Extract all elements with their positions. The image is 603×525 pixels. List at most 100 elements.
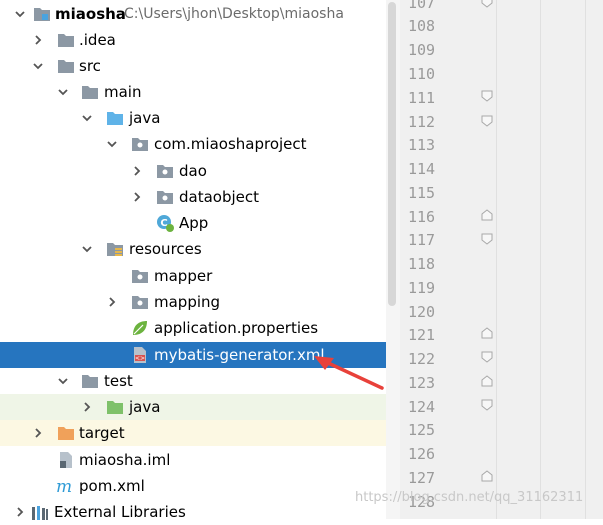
chevron-right-icon[interactable] bbox=[30, 425, 46, 441]
tree-item-miaosha-iml[interactable]: miaosha.iml bbox=[0, 447, 400, 473]
tree-item-label: App bbox=[179, 214, 209, 232]
tree-item-idea[interactable]: .idea bbox=[0, 27, 400, 53]
line-number: 120 bbox=[408, 303, 436, 321]
tree-item-miaosha[interactable]: miaosha C:\Users\jhon\Desktop\miaosha bbox=[0, 1, 400, 27]
tree-item-src[interactable]: src bbox=[0, 53, 400, 79]
spring-boot-class-icon: C bbox=[156, 214, 174, 232]
tree-item-label: src bbox=[79, 57, 101, 75]
line-number: 124 bbox=[408, 398, 436, 416]
fold-end-icon[interactable] bbox=[481, 115, 493, 127]
line-number: 121 bbox=[408, 326, 436, 344]
tree-item-app[interactable]: C App bbox=[0, 210, 400, 236]
excluded-folder-icon bbox=[57, 424, 75, 442]
test-source-folder-icon bbox=[106, 398, 124, 416]
folder-icon bbox=[57, 31, 75, 49]
tree-item-dao[interactable]: dao bbox=[0, 158, 400, 184]
right-margin-line bbox=[585, 0, 586, 519]
fold-start-icon[interactable] bbox=[481, 470, 493, 482]
libraries-icon bbox=[31, 504, 49, 522]
chevron-down-icon[interactable] bbox=[12, 6, 28, 22]
tree-item-label: test bbox=[104, 372, 133, 390]
editor-gutter: 107 108 109 110 111 112 113 114 115 116 … bbox=[400, 0, 603, 519]
tree-item-label: java bbox=[129, 109, 161, 127]
chevron-right-icon[interactable] bbox=[104, 294, 120, 310]
line-number: 127 bbox=[408, 469, 436, 487]
folder-icon bbox=[81, 83, 99, 101]
fold-start-icon[interactable] bbox=[481, 375, 493, 387]
fold-start-icon[interactable] bbox=[481, 209, 493, 221]
project-path-text: C:\Users\jhon\Desktop\miaosha bbox=[124, 6, 344, 22]
tree-item-label: mybatis-generator.xml bbox=[154, 346, 325, 364]
chevron-down-icon[interactable] bbox=[30, 58, 46, 74]
tree-item-external-libraries[interactable]: External Libraries bbox=[0, 499, 400, 525]
line-number: 126 bbox=[408, 445, 436, 463]
fold-start-icon[interactable] bbox=[481, 90, 493, 102]
tree-item-label: .idea bbox=[79, 31, 116, 49]
chevron-down-icon[interactable] bbox=[55, 373, 71, 389]
tree-item-main[interactable]: main bbox=[0, 79, 400, 105]
module-folder-icon bbox=[33, 5, 51, 23]
maven-icon: m bbox=[55, 477, 73, 495]
tree-item-label: resources bbox=[129, 240, 202, 258]
tree-item-mapper[interactable]: mapper bbox=[0, 263, 400, 289]
tree-item-label: pom.xml bbox=[79, 477, 145, 495]
fold-end-icon[interactable] bbox=[481, 233, 493, 245]
annotation-arrow-icon bbox=[314, 356, 384, 390]
line-number: 107 bbox=[408, 0, 436, 12]
fold-end-icon[interactable] bbox=[481, 399, 493, 411]
line-number: 119 bbox=[408, 279, 436, 297]
iml-file-icon bbox=[57, 451, 75, 469]
tree-scrollbar-thumb[interactable] bbox=[388, 2, 396, 306]
tree-item-target[interactable]: target bbox=[0, 420, 400, 446]
chevron-right-icon[interactable] bbox=[79, 399, 95, 415]
chevron-down-icon[interactable] bbox=[79, 241, 95, 257]
line-number: 114 bbox=[408, 160, 436, 178]
line-number: 122 bbox=[408, 350, 436, 368]
tree-item-resources[interactable]: resources bbox=[0, 236, 400, 262]
line-number: 117 bbox=[408, 231, 436, 249]
tree-item-pom-xml[interactable]: m pom.xml bbox=[0, 473, 400, 499]
tree-item-label: dao bbox=[179, 162, 207, 180]
chevron-down-icon[interactable] bbox=[104, 136, 120, 152]
xml-file-icon: <> bbox=[131, 346, 149, 364]
svg-text:m: m bbox=[56, 477, 72, 495]
source-folder-icon bbox=[106, 109, 124, 127]
tree-item-dataobject[interactable]: dataobject bbox=[0, 184, 400, 210]
tree-item-label: application.properties bbox=[154, 319, 319, 337]
tree-item-label: com.miaoshaproject bbox=[154, 135, 307, 153]
line-number: 116 bbox=[408, 208, 436, 226]
tree-item-label: java bbox=[129, 398, 161, 416]
tree-item-java-test[interactable]: java bbox=[0, 394, 400, 420]
package-icon bbox=[131, 267, 149, 285]
folder-icon bbox=[81, 372, 99, 390]
line-number: 123 bbox=[408, 374, 436, 392]
tree-item-java-main[interactable]: java bbox=[0, 105, 400, 131]
tree-item-mapping[interactable]: mapping bbox=[0, 289, 400, 315]
package-icon bbox=[156, 162, 174, 180]
line-number: 110 bbox=[408, 65, 436, 83]
watermark-text: https://blog.csdn.net/qq_31162311 bbox=[355, 490, 584, 505]
chevron-down-icon[interactable] bbox=[55, 84, 71, 100]
tree-item-label: miaosha bbox=[55, 5, 126, 23]
line-number: 115 bbox=[408, 184, 436, 202]
tree-item-application-properties[interactable]: application.properties bbox=[0, 315, 400, 341]
chevron-right-icon[interactable] bbox=[12, 504, 28, 520]
line-number: 109 bbox=[408, 41, 436, 59]
gutter-separator bbox=[496, 0, 497, 519]
fold-end-icon[interactable] bbox=[481, 351, 493, 363]
package-icon bbox=[131, 135, 149, 153]
chevron-right-icon[interactable] bbox=[129, 163, 145, 179]
chevron-right-icon[interactable] bbox=[30, 32, 46, 48]
tree-item-com-miaoshaproject[interactable]: com.miaoshaproject bbox=[0, 131, 400, 157]
chevron-down-icon[interactable] bbox=[79, 110, 95, 126]
package-icon bbox=[131, 293, 149, 311]
fold-end-icon[interactable] bbox=[481, 0, 493, 8]
line-number: 108 bbox=[408, 17, 436, 35]
tree-item-label: mapper bbox=[154, 267, 213, 285]
chevron-right-icon[interactable] bbox=[129, 189, 145, 205]
tree-item-label: target bbox=[79, 424, 125, 442]
tree-item-label: External Libraries bbox=[54, 503, 186, 521]
resources-folder-icon bbox=[106, 240, 124, 258]
line-number: 118 bbox=[408, 255, 436, 273]
fold-start-icon[interactable] bbox=[481, 327, 493, 339]
